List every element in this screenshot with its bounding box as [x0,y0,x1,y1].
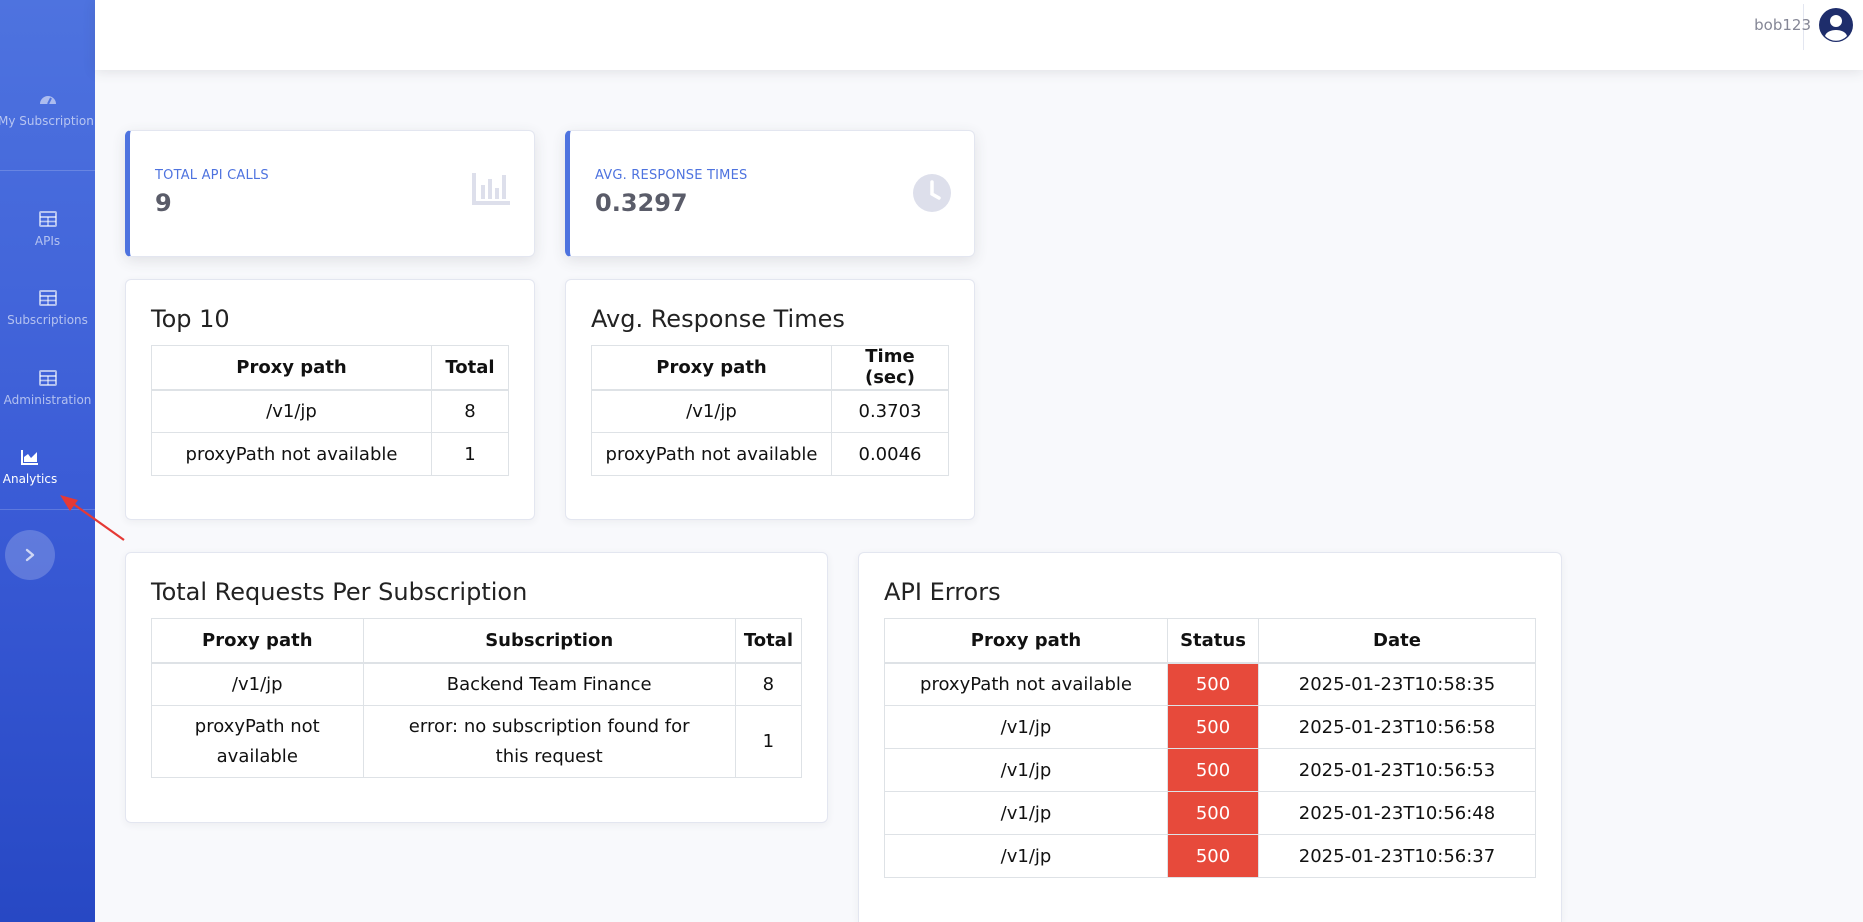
table-row: proxyPath not available error: no subscr… [151,705,803,778]
sidebar-item-analytics[interactable]: Analytics [0,448,60,489]
sidebar: My Subscription APIs Subscriptions Admin… [0,0,95,922]
sidebar-item-subscriptions[interactable]: Subscriptions [0,289,95,330]
sidebar-item-administration[interactable]: Administration [0,369,95,410]
table-row: /v1/jp 500 2025-01-23T10:56:53 [884,748,1536,792]
stat-label: TOTAL API CALLS [155,168,269,183]
sidebar-item-label: My Subscription [0,114,94,128]
cell-proxy-path: proxyPath not available [591,432,832,476]
cell-proxy-path: proxyPath not available [884,662,1168,706]
cell-status: 500 [1167,791,1259,835]
cell-total: 8 [431,389,509,433]
cell-proxy-path: proxyPath not available [151,432,432,476]
table-icon [38,370,57,386]
table-row: /v1/jp Backend Team Finance 8 [151,662,803,706]
cell-status: 500 [1167,834,1259,878]
cell-proxy-path: /v1/jp [884,791,1168,835]
cell-time: 0.3703 [831,389,949,433]
table-row: /v1/jp 500 2025-01-23T10:56:58 [884,705,1536,749]
area-chart-icon [21,450,38,465]
sidebar-divider [0,170,95,171]
column-header: Total [431,345,509,391]
cell-subscription: error: no subscription found for this re… [362,705,736,778]
cell-date: 2025-01-23T10:56:58 [1258,705,1536,749]
sidebar-toggle-button[interactable] [5,530,55,580]
table-row: proxyPath not available 1 [151,432,509,476]
stat-label: AVG. RESPONSE TIMES [595,168,748,183]
cell-total: 1 [734,705,803,778]
sidebar-item-my-subscription[interactable]: My Subscription [0,90,95,131]
stat-value: 0.3297 [595,189,688,217]
table-row: /v1/jp 8 [151,389,509,433]
table-icon [38,211,57,227]
cell-proxy-path: /v1/jp [884,705,1168,749]
sidebar-item-label: APIs [34,234,61,248]
card-title: Top 10 [151,305,230,333]
sidebar-divider [0,509,95,510]
cell-total: 8 [734,662,803,706]
table-row: /v1/jp 0.3703 [591,389,949,433]
cell-proxy-path: /v1/jp [151,389,432,433]
cell-proxy-path: proxyPath not available [151,705,364,778]
cell-status: 500 [1167,748,1259,792]
avg-response-times-table-card: Avg. Response Times Proxy path Time (sec… [565,279,975,520]
requests-per-subscription-card: Total Requests Per Subscription Proxy pa… [125,552,828,823]
cell-proxy-path: /v1/jp [884,834,1168,878]
cell-total: 1 [431,432,509,476]
api-errors-table: Proxy path Status Date proxyPath not ava… [884,618,1536,878]
sidebar-item-label: Analytics [2,472,58,486]
cell-date: 2025-01-23T10:58:35 [1258,662,1536,706]
card-title: Avg. Response Times [591,305,845,333]
column-header: Total [734,618,803,664]
cell-status: 500 [1167,705,1259,749]
top10-card: Top 10 Proxy path Total /v1/jp 8 proxyPa… [125,279,535,520]
sidebar-item-label: Administration [3,393,92,407]
topbar: bob123 [95,0,1863,70]
sidebar-item-apis[interactable]: APIs [0,210,95,251]
sidebar-item-label: Subscriptions [7,313,88,327]
table-row: /v1/jp 500 2025-01-23T10:56:48 [884,791,1536,835]
chevron-right-icon [25,548,35,562]
cell-status: 500 [1167,662,1259,706]
cell-time: 0.0046 [831,432,949,476]
api-errors-card: API Errors Proxy path Status Date proxyP… [858,552,1562,922]
requests-per-subscription-table: Proxy path Subscription Total /v1/jp Bac… [151,618,803,778]
stat-value: 9 [155,189,172,217]
avg-response-times-card: AVG. RESPONSE TIMES 0.3297 [565,130,975,257]
table-header-row: Proxy path Status Date [884,618,1536,664]
clock-icon [913,174,951,212]
cell-proxy-path: /v1/jp [151,662,364,706]
total-api-calls-card: TOTAL API CALLS 9 [125,130,535,257]
table-row: proxyPath not available 500 2025-01-23T1… [884,662,1536,706]
cell-proxy-path: /v1/jp [591,389,832,433]
column-header: Time (sec) [831,345,949,391]
card-title: API Errors [884,578,1001,606]
bar-chart-icon [472,173,510,205]
card-title: Total Requests Per Subscription [151,578,528,606]
column-header: Status [1167,618,1259,664]
cell-subscription: Backend Team Finance [362,662,736,706]
username[interactable]: bob123 [1754,16,1811,34]
user-circle-icon[interactable] [1819,8,1853,42]
table-row: proxyPath not available 0.0046 [591,432,949,476]
column-header: Proxy path [884,618,1168,664]
table-header-row: Proxy path Subscription Total [151,618,803,664]
table-header-row: Proxy path Total [151,345,509,391]
cell-date: 2025-01-23T10:56:53 [1258,748,1536,792]
top10-table: Proxy path Total /v1/jp 8 proxyPath not … [151,345,509,476]
column-header: Proxy path [151,345,432,391]
avg-response-table: Proxy path Time (sec) /v1/jp 0.3703 prox… [591,345,949,476]
column-header: Proxy path [151,618,364,664]
table-header-row: Proxy path Time (sec) [591,345,949,391]
column-header: Proxy path [591,345,832,391]
cell-date: 2025-01-23T10:56:37 [1258,834,1536,878]
column-header: Date [1258,618,1536,664]
dashboard-icon [39,96,56,105]
cell-date: 2025-01-23T10:56:48 [1258,791,1536,835]
table-row: /v1/jp 500 2025-01-23T10:56:37 [884,834,1536,878]
column-header: Subscription [362,618,736,664]
cell-proxy-path: /v1/jp [884,748,1168,792]
table-icon [38,290,57,306]
